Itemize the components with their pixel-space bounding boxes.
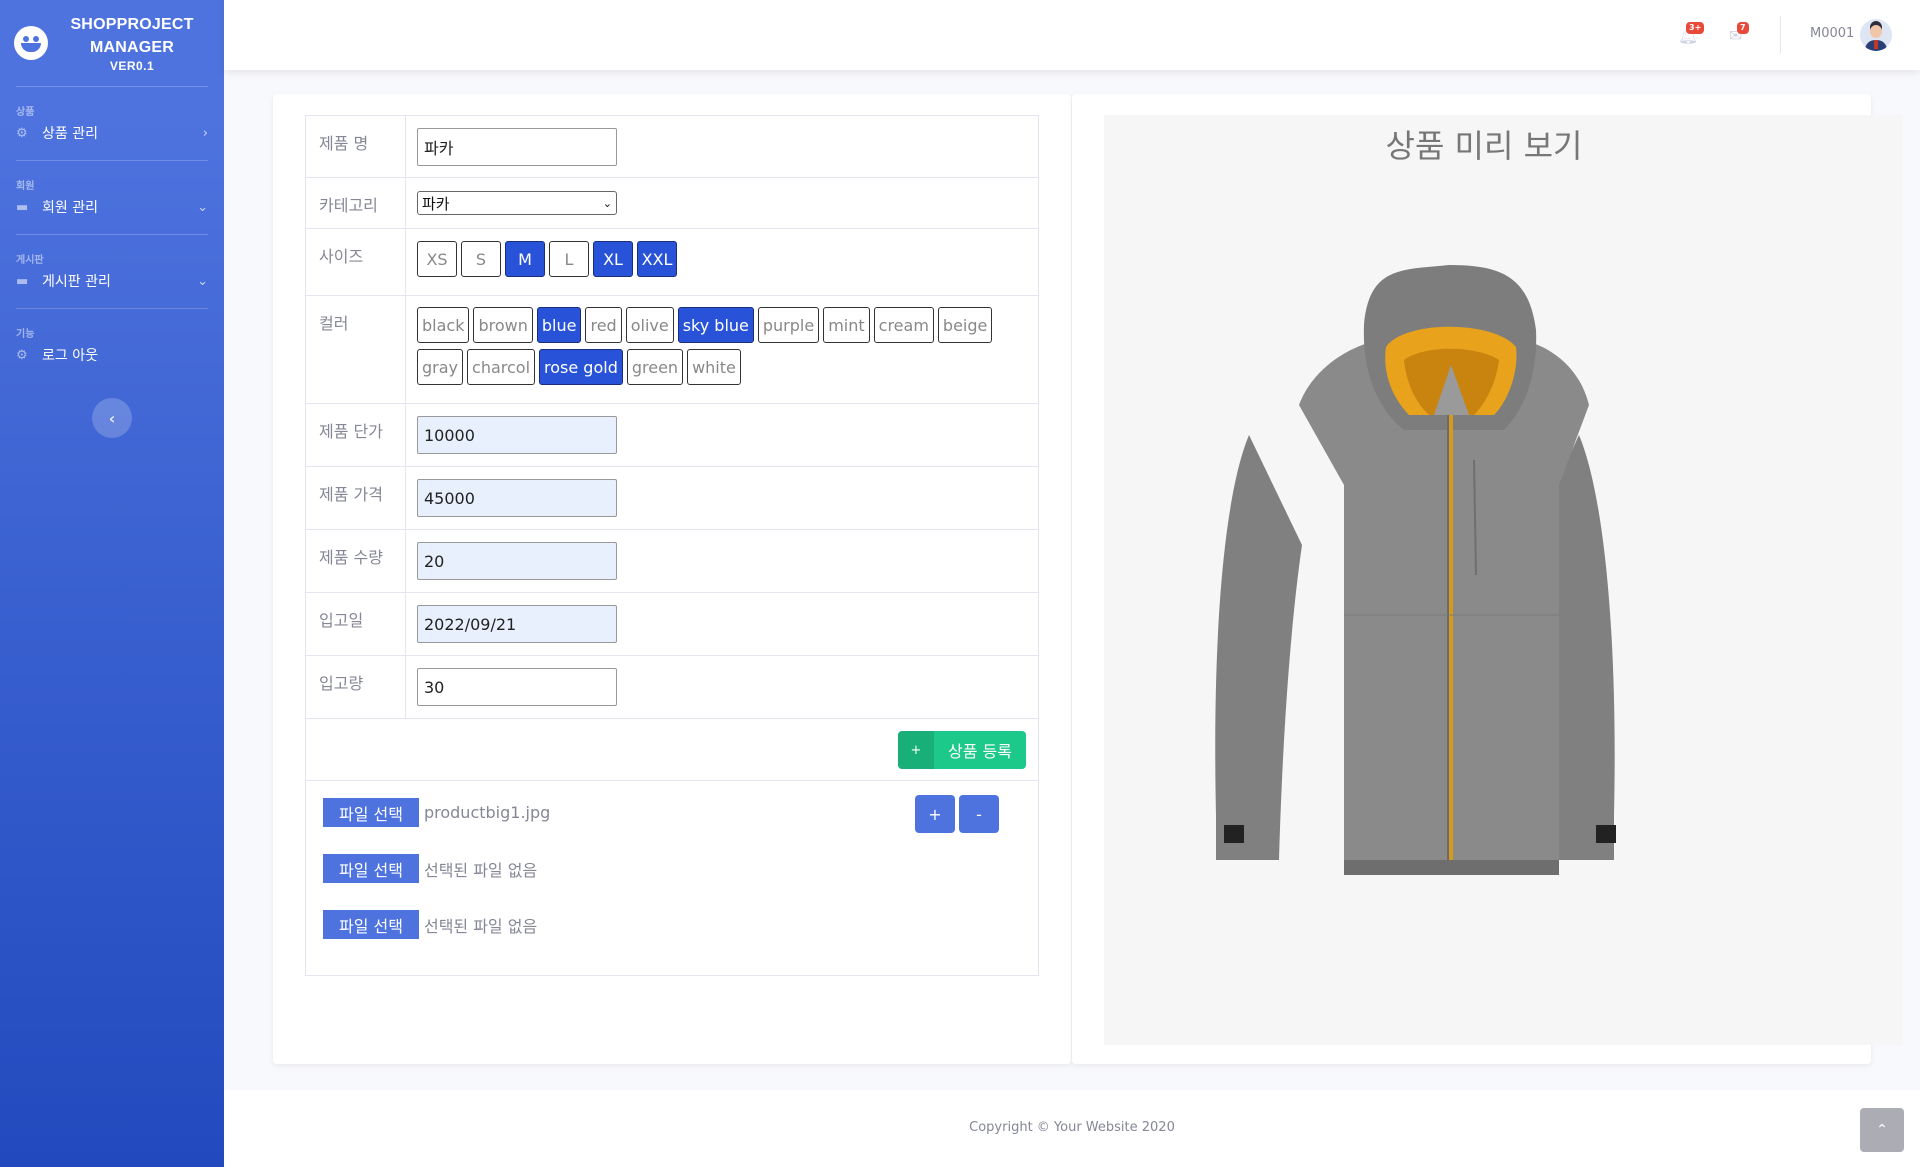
- chevron-down-icon: ⌄: [197, 273, 208, 289]
- product-name-label: 제품 명: [306, 116, 406, 177]
- user-name[interactable]: M0001: [1810, 26, 1854, 41]
- size-option-chip[interactable]: XL: [593, 241, 633, 277]
- gear-icon: ⚙: [16, 125, 28, 141]
- product-jacket-image: [1215, 265, 1616, 875]
- color-option-chip[interactable]: purple: [757, 307, 820, 343]
- size-options: XS S M L XL XXL: [417, 241, 1017, 277]
- form-row-color: 컬러 black brown blue red olive sky blue purple m…: [306, 296, 1038, 404]
- remove-file-button[interactable]: -: [959, 795, 999, 833]
- size-option-chip[interactable]: L: [549, 241, 589, 277]
- color-option-chip[interactable]: rose gold: [539, 349, 623, 385]
- choose-file-button[interactable]: 파일 선택: [323, 798, 419, 827]
- size-option-chip[interactable]: XS: [417, 241, 457, 277]
- sidebar-toggle-button[interactable]: ‹: [92, 398, 132, 438]
- file-name: 선택된 파일 없음: [423, 860, 538, 880]
- sidebar: SHOPPROJECT MANAGER VER0.1 상품 ⚙ 상품 관리 › …: [0, 0, 224, 1167]
- color-option-chip[interactable]: gray: [417, 349, 464, 385]
- form-row-size: 사이즈 XS S M L XL XXL: [306, 229, 1038, 296]
- in-date-label: 입고일: [306, 593, 406, 655]
- product-form-card: 제품 명 파카 카테고리 파카 ⌄ 사이즈 XS S M L XL XXL 컬러 black…: [273, 94, 1071, 1064]
- unit-price-label: 제품 단가: [306, 404, 406, 466]
- file-name: productbig1.jpg: [423, 803, 551, 822]
- file-input-1: 파일 선택 productbig1.jpg: [323, 798, 550, 827]
- form-row-in-quantity: 입고량 30: [306, 656, 1038, 719]
- color-option-chip[interactable]: mint: [823, 307, 870, 343]
- plus-icon: +: [898, 731, 934, 769]
- size-option-chip[interactable]: S: [461, 241, 501, 277]
- color-label: 컬러: [306, 296, 406, 403]
- alerts-bell-icon[interactable]: 🔔︎ 3+: [1678, 22, 1705, 45]
- file-input-2: 파일 선택 선택된 파일 없음: [323, 854, 537, 883]
- register-row: + 상품 등록: [306, 719, 1038, 781]
- copyright-text: Copyright © Your Website 2020: [969, 1120, 1175, 1135]
- register-product-button[interactable]: + 상품 등록: [898, 731, 1026, 769]
- user-avatar[interactable]: [1860, 19, 1892, 51]
- color-option-chip[interactable]: sky blue: [677, 307, 754, 343]
- size-option-chip[interactable]: M: [505, 241, 545, 277]
- in-quantity-input[interactable]: 30: [417, 668, 617, 706]
- messages-badge: 7: [1737, 22, 1749, 34]
- alerts-badge: 3+: [1686, 22, 1705, 34]
- file-input-3: 파일 선택 선택된 파일 없음: [323, 910, 537, 939]
- price-input[interactable]: 45000: [417, 479, 617, 517]
- category-label: 카테고리: [306, 178, 406, 228]
- color-option-chip[interactable]: white: [687, 349, 741, 385]
- form-row-quantity: 제품 수량 20: [306, 530, 1038, 593]
- file-name: 선택된 파일 없음: [423, 916, 538, 936]
- gear-icon: ⚙: [16, 347, 28, 363]
- form-row-unit-price: 제품 단가 10000: [306, 404, 1038, 467]
- topbar: 🔔︎ 3+ ✉ 7 M0001: [224, 0, 1920, 70]
- quantity-input[interactable]: 20: [417, 542, 617, 580]
- color-option-chip[interactable]: black: [417, 307, 470, 343]
- category-select[interactable]: 파카 ⌄: [417, 191, 617, 215]
- color-option-chip[interactable]: olive: [625, 307, 674, 343]
- choose-file-button[interactable]: 파일 선택: [323, 854, 419, 883]
- form-row-price: 제품 가격 45000: [306, 467, 1038, 530]
- color-option-chip[interactable]: green: [626, 349, 684, 385]
- topbar-divider: [1780, 16, 1781, 54]
- color-options: black brown blue red olive sky blue purple mint…: [417, 307, 1017, 385]
- folder-icon: ▬: [16, 199, 29, 215]
- form-row-category: 카테고리 파카 ⌄: [306, 178, 1038, 229]
- in-quantity-label: 입고량: [306, 656, 406, 718]
- size-option-chip[interactable]: XXL: [637, 241, 677, 277]
- color-option-chip[interactable]: blue: [536, 307, 582, 343]
- color-option-chip[interactable]: beige: [937, 307, 993, 343]
- color-option-chip[interactable]: cream: [873, 307, 934, 343]
- chevron-down-icon: ⌄: [602, 196, 612, 210]
- color-option-chip[interactable]: charcol: [467, 349, 536, 385]
- brand[interactable]: SHOPPROJECT MANAGER VER0.1: [0, 0, 224, 86]
- product-name-input[interactable]: 파카: [417, 128, 617, 166]
- folder-icon: ▬: [16, 273, 29, 289]
- file-upload-area: 파일 선택 productbig1.jpg 파일 선택 선택된 파일 없음 파일…: [306, 781, 1038, 975]
- footer: Copyright © Your Website 2020: [224, 1090, 1920, 1167]
- unit-price-input[interactable]: 10000: [417, 416, 617, 454]
- chevron-right-icon: ›: [202, 125, 208, 141]
- color-option-chip[interactable]: red: [585, 307, 622, 343]
- product-preview: 상품 미리 보기: [1104, 115, 1903, 1045]
- scroll-to-top-button[interactable]: ⌃: [1860, 1108, 1904, 1152]
- add-file-button[interactable]: +: [915, 795, 955, 833]
- quantity-label: 제품 수량: [306, 530, 406, 592]
- form-row-name: 제품 명 파카: [306, 116, 1038, 178]
- chevron-down-icon: ⌄: [197, 199, 208, 215]
- smile-logo-icon: [14, 26, 48, 60]
- product-preview-card: 상품 미리 보기: [1072, 94, 1903, 1064]
- brand-text: SHOPPROJECT MANAGER VER0.1: [70, 16, 194, 73]
- price-label: 제품 가격: [306, 467, 406, 529]
- form-row-in-date: 입고일 2022/09/21: [306, 593, 1038, 656]
- choose-file-button[interactable]: 파일 선택: [323, 910, 419, 939]
- messages-envelope-icon[interactable]: ✉ 7: [1729, 22, 1749, 45]
- in-date-input[interactable]: 2022/09/21: [417, 605, 617, 643]
- color-option-chip[interactable]: brown: [473, 307, 533, 343]
- product-form-table: 제품 명 파카 카테고리 파카 ⌄ 사이즈 XS S M L XL XXL 컬러 black…: [305, 115, 1039, 976]
- size-label: 사이즈: [306, 229, 406, 295]
